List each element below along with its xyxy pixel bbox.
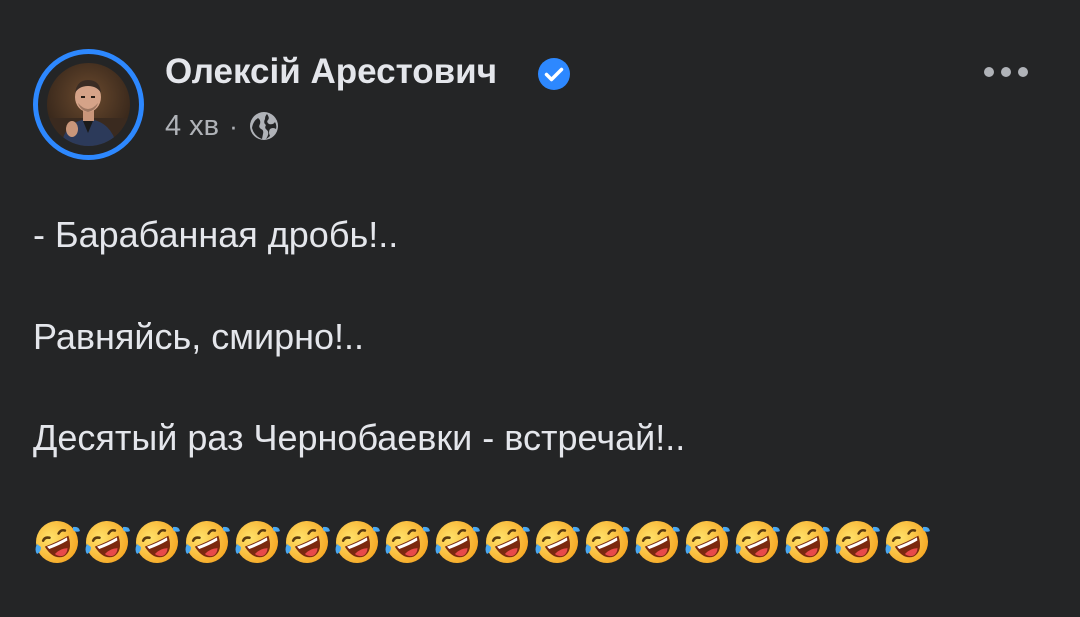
rolling-on-the-floor-laughing-emoji [385, 521, 430, 563]
rolling-on-the-floor-laughing-emoji [85, 521, 130, 563]
rolling-on-the-floor-laughing-emoji [535, 521, 580, 563]
rolling-on-the-floor-laughing-emoji [135, 521, 180, 563]
more-options-button[interactable] [976, 54, 1036, 90]
post-text-line: Десятый раз Чернобаевки - встречай!.. [33, 417, 686, 458]
emoji-row [33, 518, 931, 568]
post-meta: 4 хв · [165, 106, 280, 146]
more-dots-icon [984, 67, 1028, 77]
facebook-post: Олексій Арестович 4 хв · - Барабанная др… [0, 0, 1080, 617]
rolling-on-the-floor-laughing-emoji [735, 521, 780, 563]
meta-separator: · [229, 110, 238, 141]
rolling-on-the-floor-laughing-emoji [285, 521, 330, 563]
verified-badge-icon [538, 58, 570, 90]
author-name[interactable]: Олексій Арестович [165, 50, 497, 94]
rolling-on-the-floor-laughing-emoji [435, 521, 480, 563]
post-timestamp[interactable]: 4 хв [165, 110, 219, 143]
globe-icon[interactable] [248, 110, 280, 142]
profile-avatar[interactable] [33, 49, 144, 160]
avatar-photo [47, 63, 130, 146]
rolling-on-the-floor-laughing-emoji [485, 521, 530, 563]
rolling-on-the-floor-laughing-emoji [685, 521, 730, 563]
rolling-on-the-floor-laughing-emoji [35, 521, 80, 563]
rolling-on-the-floor-laughing-emoji [585, 521, 630, 563]
rolling-on-the-floor-laughing-emoji [635, 521, 680, 563]
post-text-line: Равняйсь, смирно!.. [33, 316, 364, 357]
rolling-on-the-floor-laughing-emoji [335, 521, 380, 563]
rolling-on-the-floor-laughing-emoji [785, 521, 830, 563]
rolling-on-the-floor-laughing-emoji [235, 521, 280, 563]
post-text-line: - Барабанная дробь!.. [33, 214, 399, 255]
rolling-on-the-floor-laughing-emoji [885, 521, 930, 563]
rolling-on-the-floor-laughing-emoji [185, 521, 230, 563]
rolling-on-the-floor-laughing-emoji [835, 521, 880, 563]
